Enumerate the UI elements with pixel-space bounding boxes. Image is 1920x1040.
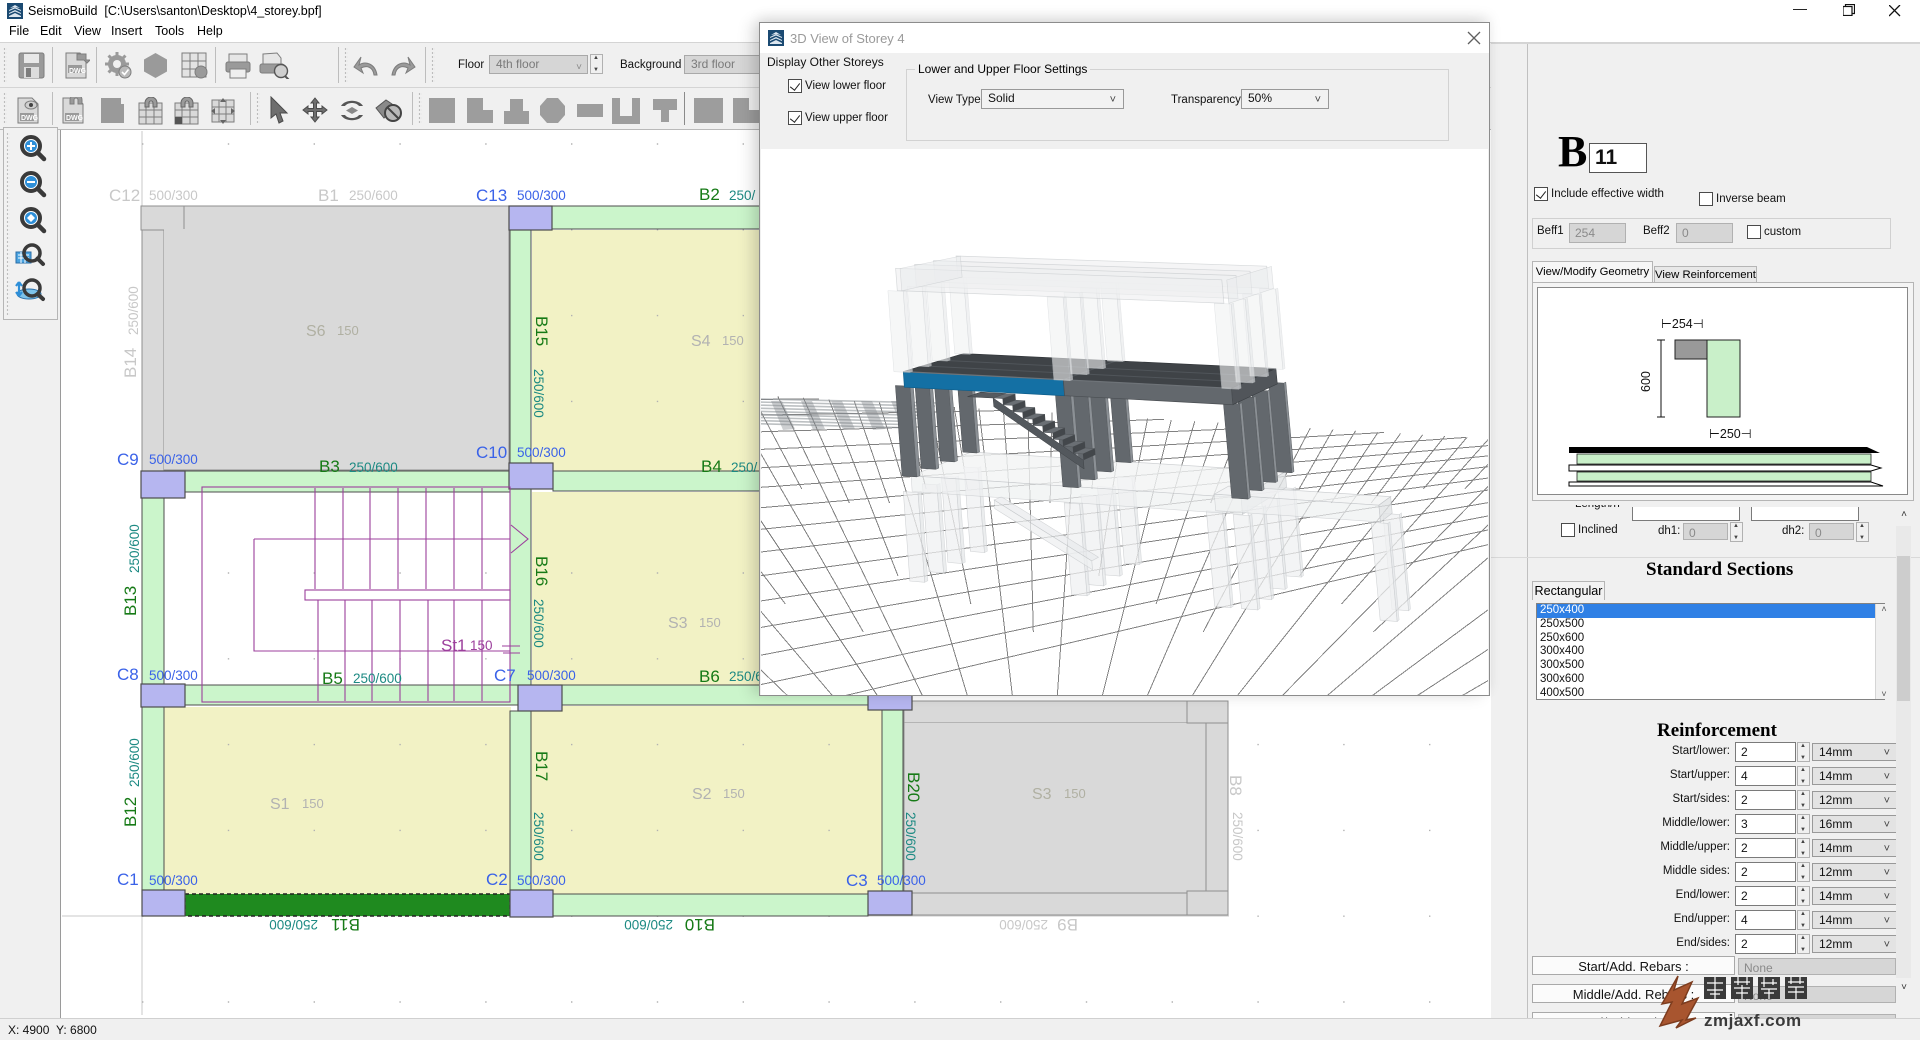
svg-text:B20: B20 (904, 772, 923, 802)
svg-text:B9: B9 (1057, 915, 1078, 934)
svg-text:S3: S3 (668, 615, 688, 632)
svg-text:500/300: 500/300 (517, 445, 566, 460)
svg-text:500/300: 500/300 (149, 668, 198, 683)
svg-text:C3: C3 (846, 871, 868, 890)
svg-text:DWG: DWG (21, 115, 39, 122)
svg-text:B8: B8 (1226, 775, 1245, 796)
svg-text:250/600: 250/600 (903, 812, 918, 861)
svg-text:250/600: 250/600 (531, 812, 546, 861)
svg-text:B13: B13 (121, 586, 140, 616)
svg-text:B14: B14 (121, 348, 140, 378)
svg-text:500/300: 500/300 (149, 188, 198, 203)
svg-text:B2: B2 (699, 185, 720, 204)
svg-text:150: 150 (1064, 786, 1086, 801)
svg-text:150: 150 (699, 615, 721, 630)
svg-text:B12: B12 (121, 797, 140, 827)
svg-text:150: 150 (337, 323, 359, 338)
svg-text:S6: S6 (306, 323, 326, 340)
svg-text:250/600: 250/600 (353, 671, 402, 686)
svg-text:250/600: 250/600 (624, 917, 673, 932)
svg-text:250/600: 250/600 (127, 738, 142, 787)
svg-text:500/300: 500/300 (517, 188, 566, 203)
svg-text:500/300: 500/300 (149, 873, 198, 888)
svg-text:S4: S4 (691, 333, 711, 350)
svg-text:150: 150 (722, 333, 744, 348)
svg-text:500/300: 500/300 (517, 873, 566, 888)
svg-text:150: 150 (470, 638, 493, 653)
svg-text:150: 150 (302, 796, 324, 811)
svg-text:250/: 250/ (731, 460, 758, 475)
svg-text:⊢254⊣: ⊢254⊣ (1661, 317, 1704, 331)
svg-text:zmjaxf.com: zmjaxf.com (1704, 1011, 1802, 1030)
svg-text:250/600: 250/600 (126, 286, 141, 335)
svg-text:B17: B17 (532, 751, 551, 781)
svg-text:S3: S3 (1032, 786, 1052, 803)
svg-text:250/600: 250/600 (999, 917, 1048, 932)
svg-text:C10: C10 (476, 443, 507, 462)
svg-text:DWG: DWG (66, 115, 84, 122)
svg-text:St1: St1 (441, 636, 467, 655)
svg-text:250/600: 250/600 (349, 460, 398, 475)
svg-text:C1: C1 (117, 870, 139, 889)
svg-text:250/6: 250/6 (729, 669, 763, 684)
svg-text:C2: C2 (486, 870, 508, 889)
svg-text:C12: C12 (109, 186, 140, 205)
svg-text:C7: C7 (494, 666, 516, 685)
svg-text:250/600: 250/600 (349, 188, 398, 203)
svg-text:B11: B11 (331, 915, 360, 934)
svg-text:B15: B15 (532, 316, 551, 346)
svg-text:B1: B1 (318, 186, 339, 205)
svg-text:B6: B6 (699, 667, 720, 686)
svg-text:500/300: 500/300 (527, 668, 576, 683)
svg-text:250/600: 250/600 (1230, 812, 1245, 861)
svg-text:S2: S2 (692, 786, 712, 803)
svg-text:500/300: 500/300 (149, 452, 198, 467)
svg-text:B16: B16 (532, 556, 551, 586)
svg-text:S1: S1 (270, 796, 290, 813)
svg-text:B10: B10 (685, 915, 715, 934)
svg-text:500/300: 500/300 (877, 873, 926, 888)
svg-text:600: 600 (1639, 371, 1653, 392)
svg-text:250/: 250/ (729, 188, 756, 203)
svg-text:C13: C13 (476, 186, 507, 205)
svg-text:250/600: 250/600 (531, 599, 546, 648)
svg-text:150: 150 (723, 786, 745, 801)
svg-text:B5: B5 (322, 669, 343, 688)
svg-text:C9: C9 (117, 450, 139, 469)
svg-text:250/600: 250/600 (531, 369, 546, 418)
svg-text:B4: B4 (701, 457, 722, 476)
svg-text:250/600: 250/600 (269, 917, 318, 932)
svg-text:250/600: 250/600 (127, 524, 142, 573)
svg-text:B3: B3 (319, 457, 340, 476)
svg-text:C8: C8 (117, 665, 139, 684)
svg-text:DWG: DWG (69, 68, 87, 75)
